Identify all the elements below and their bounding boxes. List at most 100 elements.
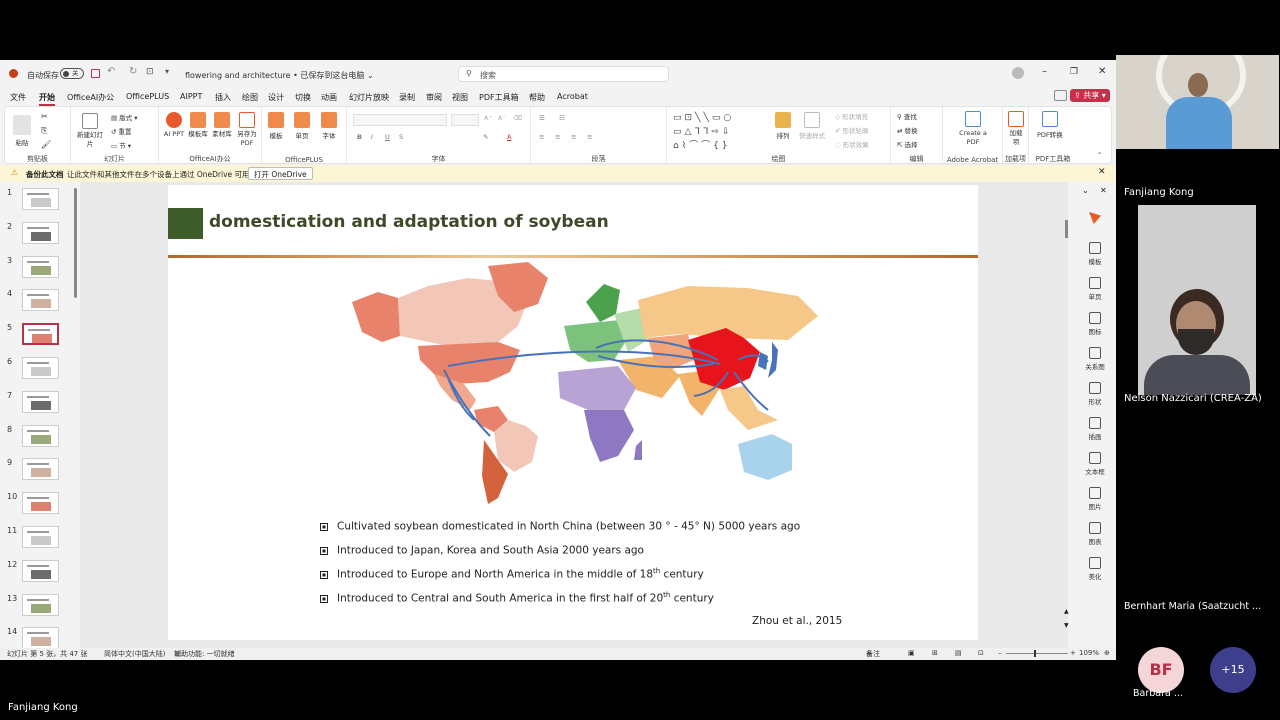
numbering-icon[interactable]: ☷	[559, 114, 565, 122]
italic-icon[interactable]: I	[371, 133, 373, 141]
menu-item[interactable]: AIPPT	[180, 92, 202, 101]
save-icon[interactable]	[91, 69, 100, 78]
slideshow-icon[interactable]: ⊡	[978, 649, 984, 657]
fit-slide-icon[interactable]: ⊕	[1104, 649, 1110, 657]
vertical-scrollbar[interactable]	[1065, 220, 1068, 238]
pdf-convert-button[interactable]: PDF转换	[1037, 111, 1063, 139]
present-icon[interactable]: ⊡	[146, 67, 154, 77]
zoom-out-icon[interactable]: –	[998, 649, 1002, 657]
font-name-select[interactable]	[353, 114, 447, 126]
slide-thumbnail[interactable]: 7	[0, 389, 80, 419]
avatar[interactable]: BF	[1138, 647, 1184, 693]
shape-outline-button[interactable]: ✐ 形状轮廓	[835, 125, 869, 135]
font-size-select[interactable]	[451, 114, 479, 126]
slide-thumbnail[interactable]: 11	[0, 524, 80, 554]
reset-button[interactable]: ↺ 重置	[111, 126, 132, 136]
panel-item[interactable]: 插画	[1078, 417, 1112, 441]
scroll-down-icon[interactable]: ▼	[1064, 622, 1069, 629]
panel-logo-icon[interactable]	[1089, 212, 1101, 224]
slide-thumbnail[interactable]: 12	[0, 558, 80, 588]
autosave-toggle[interactable]: 关	[60, 68, 84, 79]
slide-thumbnail[interactable]: 13	[0, 592, 80, 622]
zoom-slider[interactable]	[1006, 653, 1068, 654]
panel-item[interactable]: 美化	[1078, 557, 1112, 581]
bullets-icon[interactable]: ☰	[539, 114, 545, 122]
zoom-in-icon[interactable]: +	[1070, 649, 1076, 657]
select-button[interactable]: ⇱ 选择	[897, 139, 918, 149]
menu-item[interactable]: 动画	[321, 92, 337, 103]
shape-fill-button[interactable]: ◇ 形状填充	[835, 111, 868, 121]
slide-thumbnail[interactable]: 9	[0, 456, 80, 486]
op-template-button[interactable]: 模板	[268, 112, 284, 140]
strikethrough-icon[interactable]: S	[399, 133, 403, 141]
panel-item[interactable]: 图标	[1078, 312, 1112, 336]
close-button[interactable]: ✕	[1098, 66, 1106, 77]
slide-thumbnail[interactable]: 4	[0, 287, 80, 317]
clear-format-icon[interactable]: ⌫	[513, 114, 522, 122]
menu-item[interactable]: Acrobat	[557, 92, 588, 101]
slide-thumbnail[interactable]: 1	[0, 186, 80, 216]
collapse-ribbon-icon[interactable]: ⌃	[1097, 151, 1102, 159]
op-font-button[interactable]: 字体	[321, 112, 337, 140]
open-onedrive-button[interactable]: 打开 OneDrive	[248, 167, 313, 180]
menu-item[interactable]: 插入	[215, 92, 231, 103]
menu-item[interactable]: 设计	[268, 92, 284, 103]
panel-item[interactable]: 单页	[1078, 277, 1112, 301]
template-library-button[interactable]: 模板库	[187, 112, 209, 139]
zoom-slider-thumb[interactable]	[1034, 650, 1036, 657]
document-title[interactable]: flowering and architecture • 已保存到这台电脑 ⌄	[185, 70, 374, 81]
arrange-button[interactable]: 排列	[775, 112, 791, 140]
normal-view-icon[interactable]: ▣	[908, 649, 915, 657]
align-center-icon[interactable]: ≡	[555, 133, 560, 141]
minimize-button[interactable]: –	[1042, 66, 1047, 77]
highlight-icon[interactable]: ✎	[483, 133, 488, 141]
redo-icon[interactable]: ↻	[129, 66, 137, 77]
menu-item[interactable]: 绘图	[242, 92, 258, 103]
menu-item[interactable]: 审阅	[426, 92, 442, 103]
panel-item[interactable]: 关系图	[1078, 347, 1112, 371]
shrink-font-icon[interactable]: A⁻	[498, 114, 506, 122]
aippt-button[interactable]: AI PPT	[163, 112, 185, 139]
layout-button[interactable]: ▤ 版式 ▾	[111, 112, 138, 122]
panel-item[interactable]: 文本框	[1078, 452, 1112, 476]
share-button[interactable]: ⇪ 共享 ▾	[1070, 89, 1110, 102]
menu-item[interactable]: 视图	[452, 92, 468, 103]
menu-item[interactable]: OfficeAI办公	[67, 92, 114, 103]
accessibility-status[interactable]: ♿ 辅助功能: 一切就绪	[174, 649, 235, 659]
op-single-page-button[interactable]: 单页	[294, 112, 310, 140]
paste-button[interactable]: 粘贴	[13, 115, 31, 147]
language-indicator[interactable]: 简体中文(中国大陆)	[104, 649, 165, 659]
reading-view-icon[interactable]: ▤	[955, 649, 962, 657]
copy-icon[interactable]: ⎘	[41, 126, 47, 136]
material-library-button[interactable]: 素材库	[211, 112, 233, 139]
close-icon[interactable]: ✕	[1098, 167, 1106, 177]
quick-styles-button[interactable]: 快速样式	[799, 112, 825, 140]
panel-item[interactable]: 形状	[1078, 382, 1112, 406]
menu-item[interactable]: PDF工具箱	[479, 92, 519, 103]
shape-effects-button[interactable]: ◌ 形状效果	[835, 139, 869, 149]
panel-item[interactable]: 图片	[1078, 487, 1112, 511]
slide-thumbnail[interactable]: 6	[0, 355, 80, 385]
slide-thumbnail[interactable]: 2	[0, 220, 80, 250]
chevron-down-icon[interactable]: ⌄	[1082, 186, 1089, 195]
search-box[interactable]: ⚲ 搜索	[458, 66, 669, 82]
format-painter-icon[interactable]: 🖌	[41, 140, 51, 149]
slide-thumbnail[interactable]: 3	[0, 254, 80, 284]
menu-item[interactable]: 开始	[39, 92, 55, 106]
justify-icon[interactable]: ≡	[587, 133, 592, 141]
customize-qat-icon[interactable]: ▾	[165, 67, 169, 76]
scroll-up-icon[interactable]: ▲	[1064, 608, 1069, 615]
more-participants-button[interactable]: +15	[1210, 647, 1256, 693]
save-as-pdf-button[interactable]: 另存为PDF	[235, 112, 259, 148]
addins-button[interactable]: 加载项	[1007, 111, 1025, 147]
panel-item[interactable]: 模板	[1078, 242, 1112, 266]
menu-item[interactable]: 幻灯片放映	[349, 92, 389, 103]
align-left-icon[interactable]: ≡	[539, 133, 544, 141]
new-slide-button[interactable]: 新建幻灯片	[77, 113, 103, 149]
account-icon[interactable]	[1012, 67, 1024, 79]
close-icon[interactable]: ✕	[1100, 186, 1107, 195]
thumbnail-scrollbar[interactable]	[74, 188, 77, 298]
maximize-button[interactable]: ❐	[1070, 67, 1078, 77]
comments-icon[interactable]	[1054, 90, 1067, 101]
notes-button[interactable]: ≐ 备注	[866, 649, 880, 659]
